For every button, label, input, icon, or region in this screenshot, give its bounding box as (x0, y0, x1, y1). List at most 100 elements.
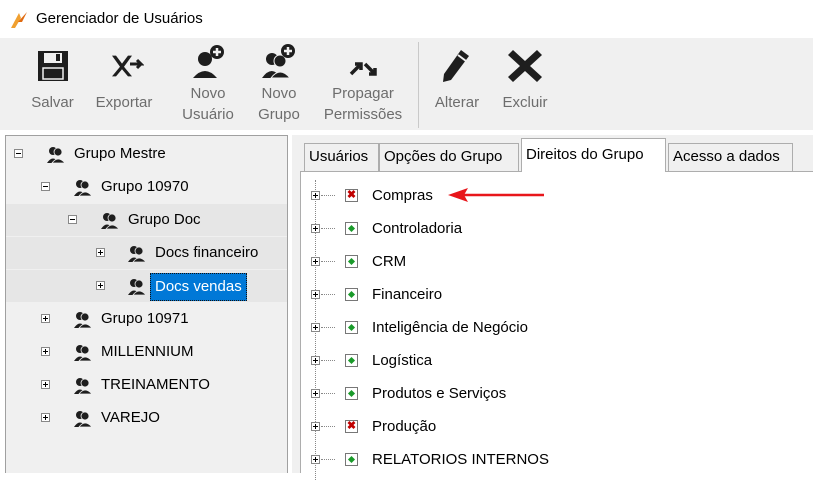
expand-toggle[interactable] (311, 422, 320, 431)
toolbar-separator (418, 42, 419, 128)
title-bar: Gerenciador de Usuários (0, 0, 813, 38)
tree-item-grupo-10971[interactable]: Grupo 10971 (6, 303, 287, 335)
rights-item-label: Financeiro (372, 286, 443, 303)
tree-item-label: Grupo 10970 (101, 178, 189, 195)
propagate-arrows-icon (349, 62, 377, 76)
new-user-label: Novo Usuário (177, 83, 239, 125)
tab-usuarios[interactable]: Usuários (304, 143, 379, 171)
tree-connector (321, 360, 335, 361)
granted-mark-icon[interactable] (345, 321, 358, 334)
granted-mark-icon[interactable] (345, 354, 358, 367)
propagate-permissions-button[interactable]: Propagar Permissões (317, 38, 409, 130)
tab-direitos-do-grupo[interactable]: Direitos do Grupo (521, 138, 666, 172)
expand-toggle[interactable] (311, 356, 320, 365)
tree-item-varejo[interactable]: VAREJO (6, 402, 287, 434)
export-icon (112, 55, 144, 77)
tab-label: Opções do Grupo (384, 148, 503, 165)
window-title: Gerenciador de Usuários (36, 10, 203, 27)
collapse-toggle[interactable] (41, 182, 50, 191)
granted-mark-icon[interactable] (345, 387, 358, 400)
propagate-label-line1: Propagar (332, 85, 394, 102)
tree-connector (321, 294, 335, 295)
tree-item-grupo-doc[interactable]: Grupo Doc (6, 204, 287, 236)
expand-toggle[interactable] (311, 323, 320, 332)
tree-item-millennium[interactable]: MILLENNIUM (6, 336, 287, 368)
tree-connector (321, 195, 335, 196)
expand-toggle[interactable] (311, 455, 320, 464)
granted-mark-icon[interactable] (345, 255, 358, 268)
expand-toggle[interactable] (41, 380, 50, 389)
tab-opcoes-do-grupo[interactable]: Opções do Grupo (379, 143, 519, 171)
expand-toggle[interactable] (96, 248, 105, 257)
rights-item-label: Produção (372, 418, 437, 435)
tree-item-docs-financeiro[interactable]: Docs financeiro (6, 237, 287, 269)
tree-connector (321, 228, 335, 229)
rights-tree[interactable]: ✖ Compras Controladoria CRM Financeiro I… (300, 171, 813, 480)
new-group-label: Novo Grupo (252, 83, 306, 125)
rights-item-label: Compras (372, 187, 433, 204)
new-user-label-line2: Usuário (182, 106, 234, 123)
save-label: Salvar (31, 94, 74, 111)
tree-item-label-selected: Docs vendas (150, 273, 247, 301)
tree-item-label: VAREJO (101, 409, 160, 426)
propagate-label-line2: Permissões (323, 106, 403, 123)
group-people-icon (74, 378, 93, 395)
denied-mark-icon[interactable]: ✖ (345, 420, 358, 433)
expand-toggle[interactable] (96, 281, 105, 290)
rights-item-label: Inteligência de Negócio (372, 319, 528, 336)
granted-mark-icon[interactable] (345, 288, 358, 301)
group-people-icon (74, 345, 93, 362)
tree-item-grupo-mestre[interactable]: Grupo Mestre (6, 138, 287, 170)
granted-mark-icon[interactable] (345, 222, 358, 235)
tree-item-label: Grupo Mestre (74, 145, 166, 162)
expand-toggle[interactable] (41, 314, 50, 323)
rights-item-label: Produtos e Serviços (372, 385, 507, 402)
save-button[interactable]: Salvar (25, 38, 80, 130)
tree-item-label: Grupo 10971 (101, 310, 189, 327)
tree-connector (321, 393, 335, 394)
tree-item-docs-vendas[interactable]: Docs vendas (6, 270, 287, 302)
tab-label: Direitos do Grupo (526, 146, 644, 163)
expand-toggle[interactable] (41, 413, 50, 422)
export-label: Exportar (95, 94, 153, 111)
expand-toggle[interactable] (311, 257, 320, 266)
tree-connector (321, 426, 335, 427)
export-button[interactable]: Exportar (89, 38, 159, 130)
rights-item-label: CRM (372, 253, 407, 270)
annotation-arrow-icon (448, 188, 544, 202)
add-group-icon (262, 44, 295, 79)
edit-button[interactable]: Alterar (428, 38, 486, 130)
new-user-label-line1: Novo (190, 85, 226, 102)
group-tree[interactable]: Grupo Mestre Grupo 10970 Grupo Doc Docs … (5, 135, 288, 473)
tree-connector (321, 459, 335, 460)
denied-mark-icon[interactable]: ✖ (345, 189, 358, 202)
tab-acesso-a-dados[interactable]: Acesso a dados (668, 143, 793, 171)
collapse-toggle[interactable] (68, 215, 77, 224)
expand-toggle[interactable] (311, 191, 320, 200)
tree-item-label: Grupo Doc (128, 211, 201, 228)
expand-toggle[interactable] (41, 347, 50, 356)
rights-item-label: RELATORIOS INTERNOS (372, 451, 549, 468)
delete-button[interactable]: Excluir (495, 38, 555, 130)
tree-connector (321, 261, 335, 262)
expand-toggle[interactable] (311, 224, 320, 233)
new-user-button[interactable]: Novo Usuário (177, 38, 239, 130)
tree-item-grupo-10970[interactable]: Grupo 10970 (6, 171, 287, 203)
delete-x-icon (508, 50, 542, 82)
expand-toggle[interactable] (311, 389, 320, 398)
group-people-icon (101, 213, 120, 230)
group-people-icon (128, 279, 147, 296)
toolbar: Salvar Exportar Novo Usuário Novo Grupo (0, 38, 813, 130)
group-people-icon (47, 147, 66, 164)
group-people-icon (74, 411, 93, 428)
granted-mark-icon[interactable] (345, 453, 358, 466)
new-group-button[interactable]: Novo Grupo (252, 38, 306, 130)
collapse-toggle[interactable] (14, 149, 23, 158)
new-group-label-line2: Grupo (258, 106, 300, 123)
delete-label: Excluir (502, 94, 548, 111)
rights-item-label: Logística (372, 352, 433, 369)
expand-toggle[interactable] (311, 290, 320, 299)
tree-item-treinamento[interactable]: TREINAMENTO (6, 369, 287, 401)
group-people-icon (74, 180, 93, 197)
edit-label: Alterar (434, 94, 480, 111)
